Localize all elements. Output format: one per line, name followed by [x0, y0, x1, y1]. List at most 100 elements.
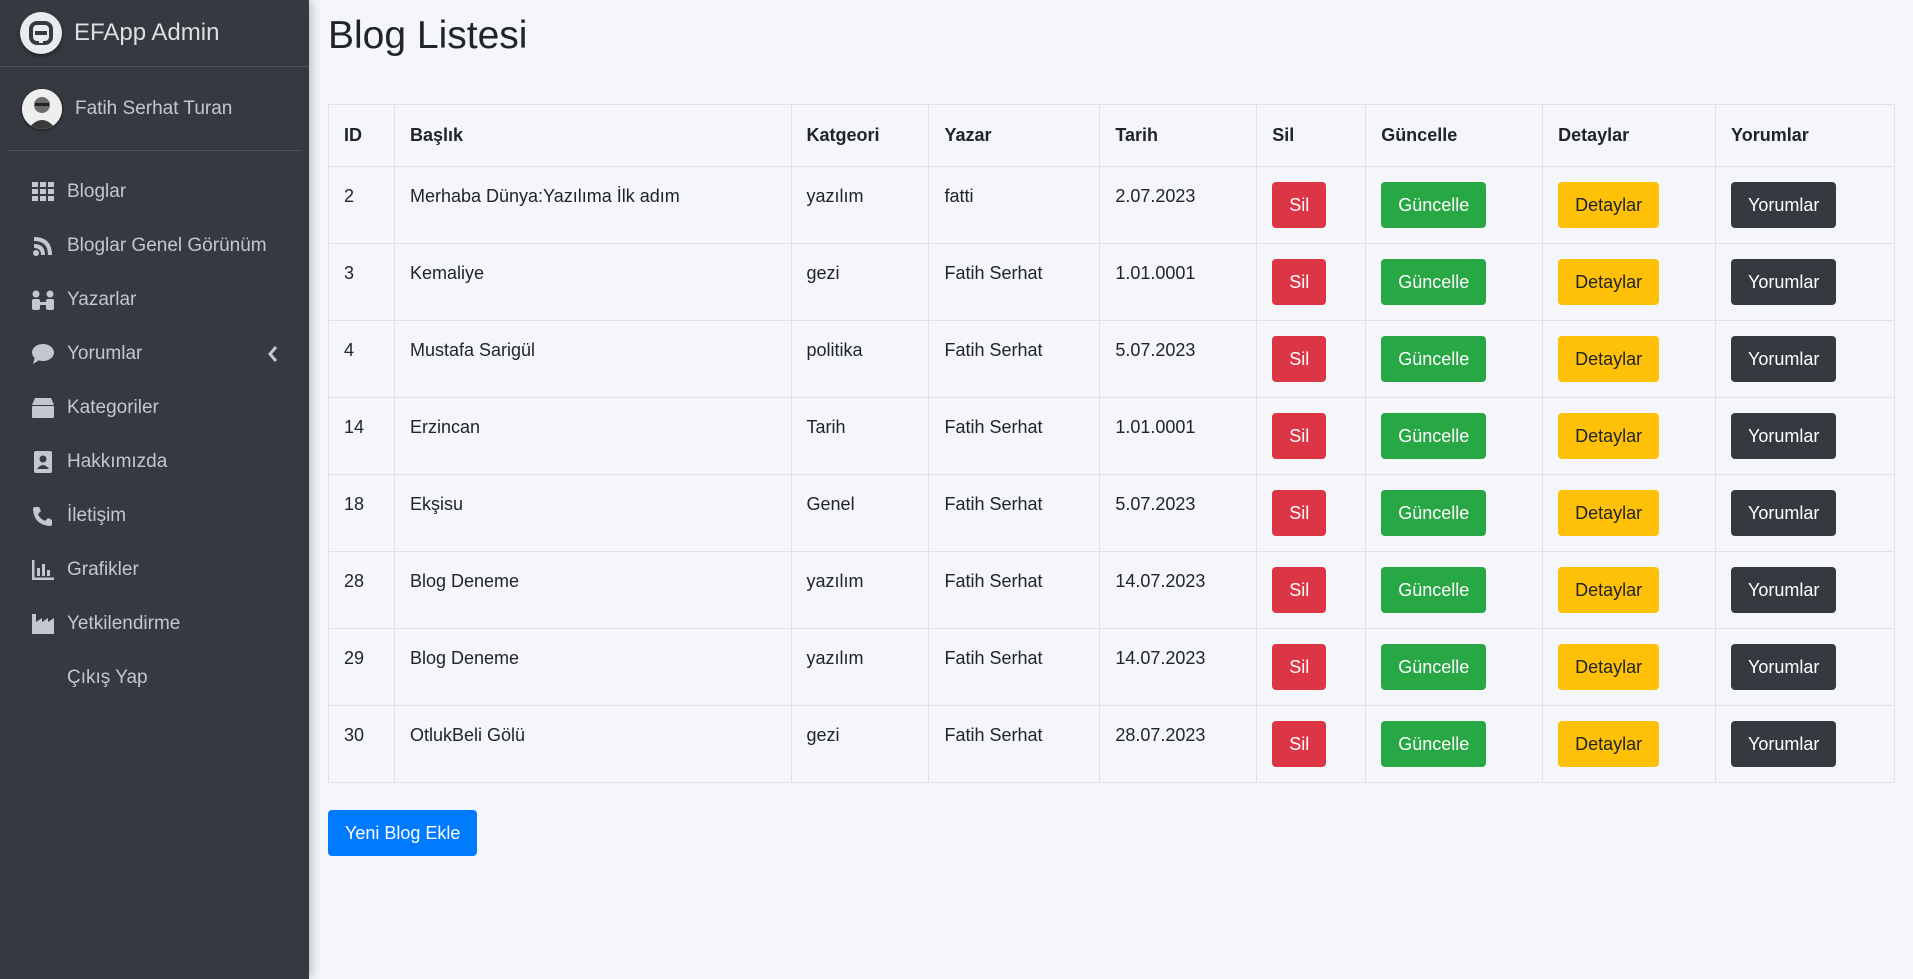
cell-details: Detaylar [1542, 166, 1717, 244]
sidebar-item-hakkimizda[interactable]: Hakkımızda [0, 435, 309, 489]
comments-button[interactable]: Yorumlar [1731, 721, 1837, 767]
cell-id: 4 [328, 320, 395, 398]
cell-comments: Yorumlar [1715, 397, 1895, 475]
column-header-yorumlar: Yorumlar [1715, 104, 1895, 167]
cell-details: Detaylar [1542, 243, 1717, 321]
cell-id: 14 [328, 397, 395, 475]
empty-icon [30, 667, 56, 689]
cell-title: Ekşisu [393, 474, 792, 552]
table-row: 18 Ekşisu Genel Fatih Serhat 5.07.2023 S… [328, 474, 1895, 552]
cell-id: 3 [328, 243, 395, 321]
update-button[interactable]: Güncelle [1381, 490, 1487, 536]
sidebar-item-label: Çıkış Yap [67, 667, 148, 688]
cell-category: yazılım [790, 551, 930, 629]
details-button[interactable]: Detaylar [1558, 336, 1660, 382]
comments-button[interactable]: Yorumlar [1731, 259, 1837, 305]
cell-delete: Sil [1256, 166, 1367, 244]
details-button[interactable]: Detaylar [1558, 644, 1660, 690]
update-button[interactable]: Güncelle [1381, 644, 1487, 690]
cell-date: 14.07.2023 [1099, 551, 1258, 629]
chevron-left-icon[interactable] [267, 345, 279, 363]
cell-details: Detaylar [1542, 628, 1717, 706]
delete-button[interactable]: Sil [1272, 336, 1327, 382]
sidebar-item-label: Kategoriler [67, 397, 159, 418]
details-button[interactable]: Detaylar [1558, 413, 1660, 459]
details-button[interactable]: Detaylar [1558, 182, 1660, 228]
comments-button[interactable]: Yorumlar [1731, 182, 1837, 228]
sidebar-item-label: İletişim [67, 505, 127, 526]
add-blog-button[interactable]: Yeni Blog Ekle [328, 810, 478, 856]
cell-update: Güncelle [1365, 397, 1544, 475]
cell-category: yazılım [790, 628, 930, 706]
sidebar-item-kategoriler[interactable]: Kategoriler [0, 381, 309, 435]
cell-category: Genel [790, 474, 930, 552]
column-header-yazar: Yazar [928, 104, 1101, 167]
delete-button[interactable]: Sil [1272, 413, 1327, 459]
cell-delete: Sil [1256, 397, 1367, 475]
details-button[interactable]: Detaylar [1558, 721, 1660, 767]
cell-comments: Yorumlar [1715, 705, 1895, 783]
cell-author: Fatih Serhat [928, 397, 1101, 475]
brand-title: EFApp Admin [74, 19, 220, 46]
comments-button[interactable]: Yorumlar [1731, 567, 1837, 613]
industry-icon [30, 613, 56, 635]
sidebar-item-bloglar-genel-gorunum[interactable]: Bloglar Genel Görünüm [0, 219, 309, 273]
cell-id: 2 [328, 166, 395, 244]
update-button[interactable]: Güncelle [1381, 721, 1487, 767]
update-button[interactable]: Güncelle [1381, 413, 1487, 459]
details-button[interactable]: Detaylar [1558, 490, 1660, 536]
cell-comments: Yorumlar [1715, 474, 1895, 552]
cell-author: Fatih Serhat [928, 243, 1101, 321]
delete-button[interactable]: Sil [1272, 182, 1327, 228]
delete-button[interactable]: Sil [1272, 567, 1327, 613]
sidebar-item-bloglar[interactable]: Bloglar [0, 165, 309, 219]
delete-button[interactable]: Sil [1272, 644, 1327, 690]
sidebar-item-yorumlar[interactable]: Yorumlar [0, 327, 309, 381]
comment-icon [30, 343, 56, 365]
update-button[interactable]: Güncelle [1381, 336, 1487, 382]
sidebar-item-cikis-yap[interactable]: Çıkış Yap [0, 651, 309, 705]
column-header-detaylar: Detaylar [1542, 104, 1717, 167]
details-button[interactable]: Detaylar [1558, 259, 1660, 305]
sidebar-item-label: Hakkımızda [67, 451, 168, 472]
blog-table: ID Başlık Katgeori Yazar Tarih Sil Günce… [328, 104, 1895, 783]
cell-author: Fatih Serhat [928, 705, 1101, 783]
sidebar-item-iletisim[interactable]: İletişim [0, 489, 309, 543]
column-header-guncelle: Güncelle [1365, 104, 1544, 167]
cell-update: Güncelle [1365, 705, 1544, 783]
comments-button[interactable]: Yorumlar [1731, 336, 1837, 382]
update-button[interactable]: Güncelle [1381, 567, 1487, 613]
cell-title: Blog Deneme [393, 551, 792, 629]
update-button[interactable]: Güncelle [1381, 259, 1487, 305]
comments-button[interactable]: Yorumlar [1731, 644, 1837, 690]
comments-button[interactable]: Yorumlar [1731, 413, 1837, 459]
cell-comments: Yorumlar [1715, 166, 1895, 244]
sidebar-nav: Bloglar Bloglar Genel Görünüm Yazarlar Y… [0, 165, 309, 705]
details-button[interactable]: Detaylar [1558, 567, 1660, 613]
cell-author: fatti [928, 166, 1101, 244]
cell-delete: Sil [1256, 474, 1367, 552]
sidebar-item-grafikler[interactable]: Grafikler [0, 543, 309, 597]
brand-link[interactable]: EFApp Admin [0, 0, 309, 67]
table-row: 3 Kemaliye gezi Fatih Serhat 1.01.0001 S… [328, 243, 1895, 321]
cell-category: politika [790, 320, 930, 398]
sidebar-item-yazarlar[interactable]: Yazarlar [0, 273, 309, 327]
avatar [22, 88, 62, 129]
delete-button[interactable]: Sil [1272, 721, 1327, 767]
cell-delete: Sil [1256, 320, 1367, 398]
comments-button[interactable]: Yorumlar [1731, 490, 1837, 536]
user-panel[interactable]: Fatih Serhat Turan [8, 67, 301, 151]
cell-id: 28 [328, 551, 395, 629]
cell-comments: Yorumlar [1715, 320, 1895, 398]
sidebar-item-label: Bloglar Genel Görünüm [67, 235, 267, 256]
cell-date: 1.01.0001 [1099, 397, 1258, 475]
sidebar-item-yetkilendirme[interactable]: Yetkilendirme [0, 597, 309, 651]
cell-date: 5.07.2023 [1099, 474, 1258, 552]
update-button[interactable]: Güncelle [1381, 182, 1487, 228]
cell-details: Detaylar [1542, 474, 1717, 552]
delete-button[interactable]: Sil [1272, 490, 1327, 536]
column-header-sil: Sil [1256, 104, 1367, 167]
column-header-baslik: Başlık [393, 104, 792, 167]
delete-button[interactable]: Sil [1272, 259, 1327, 305]
sidebar-item-label: Yazarlar [67, 289, 137, 310]
